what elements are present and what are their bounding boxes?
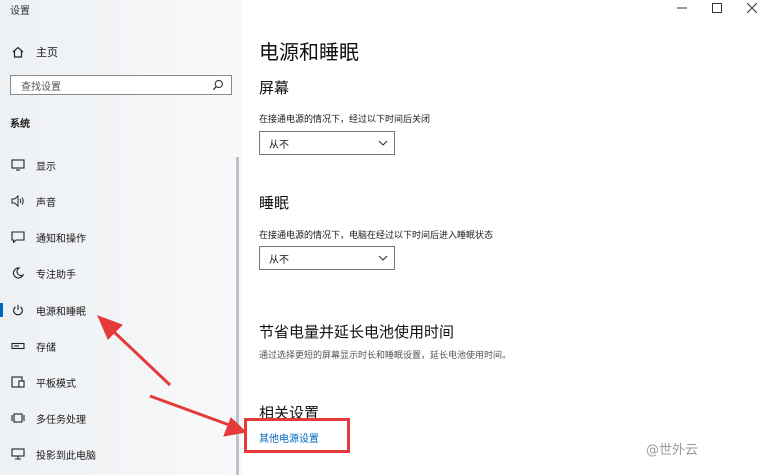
section-title-system: 系统 [10,119,30,130]
screen-description: 在接通电源的情况下，经过以下时间后关闭 [259,115,431,125]
sidebar-item-label: 投影到此电脑 [36,450,96,462]
notification-icon [10,231,26,243]
highlight-box [244,418,350,453]
storage-icon [10,341,26,351]
sleep-timeout-dropdown[interactable]: 从不 [259,246,395,270]
page-title: 电源和睡眠 [259,40,359,64]
multitask-icon [10,412,26,424]
sidebar-item-label: 声音 [36,197,56,209]
sidebar-item-label: 多任务处理 [36,414,86,426]
search-input[interactable]: 查找设置 [10,75,232,95]
sidebar-item-sound[interactable]: 声音 [0,189,238,213]
sidebar-item-label: 电源和睡眠 [36,306,86,318]
sidebar-item-power-sleep[interactable]: 电源和睡眠 [0,298,238,322]
sleep-heading: 睡眠 [259,194,290,212]
active-indicator [0,303,3,317]
sidebar-item-notifications[interactable]: 通知和操作 [0,225,238,249]
sleep-description: 在接通电源的情况下，电脑在经过以下时间后进入睡眠状态 [259,231,494,241]
close-button[interactable] [737,0,767,18]
sidebar-item-multitasking[interactable]: 多任务处理 [0,406,238,430]
home-icon [10,45,26,59]
sidebar-item-project-to-pc[interactable]: 投影到此电脑 [0,442,238,466]
projector-icon [10,448,26,460]
home-nav-item[interactable]: 主页 [10,43,58,61]
sidebar-item-tablet-mode[interactable]: 平板模式 [0,370,238,394]
battery-heading: 节省电量并延长电池使用时间 [259,323,455,341]
main-content: 电源和睡眠 屏幕 在接通电源的情况下，经过以下时间后关闭 从不 睡眠 在接通电源… [243,0,769,475]
chevron-down-icon [378,255,388,261]
sidebar-scrollbar[interactable] [236,157,239,475]
minimize-button[interactable] [667,0,697,18]
sidebar: 设置 主页 查找设置 系统 显示 声音 通知和操作 专注助手 电源和睡眠 存储 … [0,0,243,475]
sidebar-item-display[interactable]: 显示 [0,153,238,177]
power-icon [10,304,26,316]
moon-icon [10,267,26,279]
home-label: 主页 [36,46,58,59]
search-icon[interactable] [211,79,225,91]
sidebar-item-label: 通知和操作 [36,233,86,245]
sidebar-item-storage[interactable]: 存储 [0,334,238,358]
sidebar-item-label: 显示 [36,161,56,173]
sidebar-item-focus-assist[interactable]: 专注助手 [0,261,238,285]
sidebar-item-label: 专注助手 [36,269,76,281]
minimize-icon [677,2,687,16]
maximize-button[interactable] [702,0,732,18]
display-icon [10,159,26,171]
dropdown-value: 从不 [269,139,289,151]
speaker-icon [10,195,26,207]
screen-heading: 屏幕 [259,79,290,97]
dropdown-value: 从不 [269,254,289,266]
search-placeholder: 查找设置 [21,81,61,93]
screen-timeout-dropdown[interactable]: 从不 [259,131,395,155]
sidebar-item-label: 存储 [36,342,56,354]
sidebar-item-label: 平板模式 [36,378,76,390]
watermark: @世外云 [646,443,699,458]
maximize-icon [712,2,722,16]
battery-description: 通过选择更短的屏幕显示时长和睡眠设置，延长电池使用时间。 [259,351,512,361]
chevron-down-icon [378,140,388,146]
app-title: 设置 [10,6,30,17]
close-icon [746,2,758,16]
tablet-icon [10,376,26,388]
